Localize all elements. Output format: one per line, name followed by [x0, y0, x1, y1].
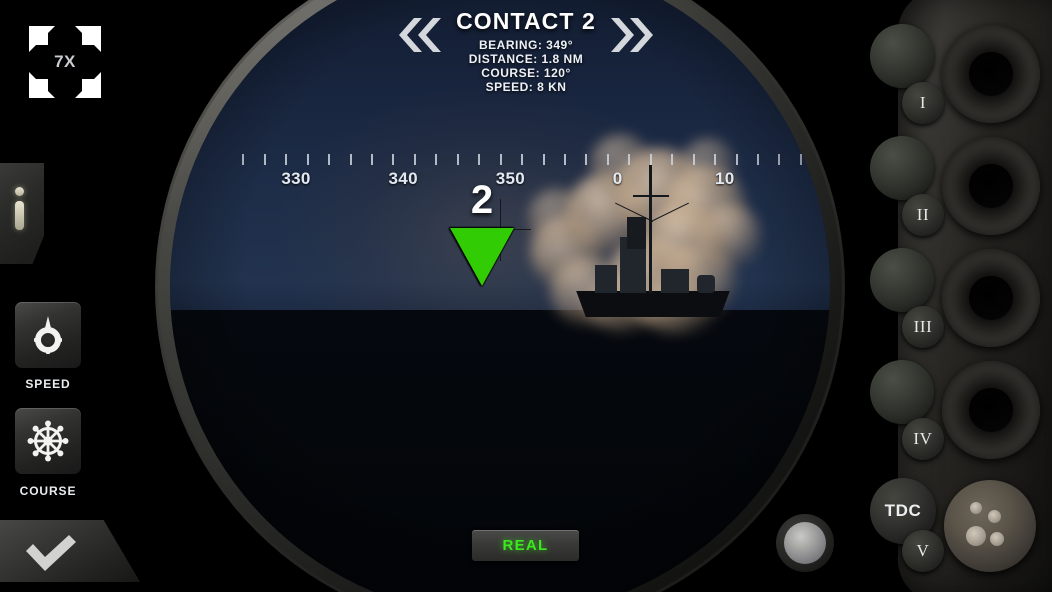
bearing-tick-minor [413, 154, 416, 165]
tube-label-2: II [916, 205, 930, 224]
course-control-button[interactable] [15, 408, 81, 474]
bearing-tick-label: 0 [612, 169, 623, 188]
real-mode-button[interactable]: REAL [472, 530, 579, 561]
bearing-tick-minor [392, 154, 395, 165]
double-chevron-right-icon [611, 18, 653, 52]
previous-contact-button[interactable] [388, 14, 446, 56]
tube-dome-4 [870, 360, 934, 424]
info-icon-stem [15, 201, 24, 230]
periscope-optic-view: 33034035001020 2 [170, 0, 830, 592]
tube-dome-1 [870, 24, 934, 88]
torpedo-tube-4[interactable] [942, 361, 1040, 459]
speed-control-label: SPEED [25, 377, 71, 391]
bearing-tick-label: 330 [281, 169, 311, 188]
bearing-tick-minor [649, 154, 652, 165]
tube-label-1: I [919, 93, 927, 112]
bearing-tick-minor [456, 154, 459, 165]
zoom-level-label: 7X [54, 52, 76, 71]
bearing-tick-minor [328, 154, 331, 165]
bearing-tick-minor [692, 154, 695, 165]
periscope-assembly: 33034035001020 2 [155, 0, 845, 592]
tube-badge-2[interactable]: II [902, 194, 944, 236]
bearing-tick-minor [585, 154, 588, 165]
ship-deckhouse-fwd [595, 265, 617, 293]
torpedo-rack: I II III IV TDC V [860, 0, 1052, 592]
bearing-tick-minor [263, 154, 266, 165]
bearing-tick-minor [435, 154, 438, 165]
bearing-tick-minor [478, 154, 481, 165]
valve-hole-d [970, 502, 982, 514]
torpedo-tube-1[interactable] [942, 25, 1040, 123]
zoom-level-button[interactable]: 7X [27, 24, 103, 100]
ships-wheel-icon [27, 420, 69, 462]
tube-badge-5[interactable]: V [902, 530, 944, 572]
torpedo-tube-2[interactable] [942, 137, 1040, 235]
bearing-tick-minor [499, 154, 502, 165]
bearing-tick-minor [242, 154, 245, 165]
ship-funnel [627, 217, 646, 249]
course-control-label: COURSE [19, 484, 77, 498]
tube-badge-4[interactable]: IV [902, 418, 944, 460]
info-button[interactable] [0, 163, 44, 264]
next-contact-button[interactable] [606, 14, 664, 56]
bearing-tick-minor [564, 154, 566, 165]
info-icon [15, 187, 24, 230]
bearing-tick-minor [735, 154, 738, 165]
ship-gun-turret [697, 275, 715, 293]
ship-rigging-right [650, 202, 689, 222]
bearing-scale: 330 340 350 0 10 20 [170, 141, 830, 191]
engine-telegraph-icon [34, 316, 62, 354]
bearing-tick-minor [306, 154, 309, 165]
real-mode-label: REAL [502, 537, 549, 554]
speed-control-button[interactable] [15, 302, 81, 368]
bearing-tick-minor [799, 154, 802, 165]
bearing-tick-label: 20 [822, 169, 830, 188]
bearing-tick-minor [671, 154, 674, 165]
bearing-tick-minor [371, 154, 374, 165]
bearing-tick-minor [628, 154, 631, 165]
ship-deckhouse-aft [661, 269, 689, 293]
bearing-tick-minor [285, 154, 288, 165]
bearing-tick-label: 10 [715, 169, 735, 188]
bearing-tick-label: 340 [388, 169, 418, 188]
confirm-button[interactable] [0, 520, 140, 582]
check-icon [26, 535, 76, 571]
info-icon-dot [15, 187, 24, 196]
bearing-tick-minor [606, 154, 609, 165]
bearing-tick-minor [521, 154, 524, 165]
tube-label-3: III [913, 317, 933, 336]
bearing-tick-minor [778, 154, 781, 165]
tube-badge-1[interactable]: I [902, 82, 944, 124]
tube-dome-2 [870, 136, 934, 200]
tube-dome-3 [870, 248, 934, 312]
double-chevron-left-icon [399, 18, 441, 52]
periscope-screen: 33034035001020 2 CONTACT 2 BEARING: 349°… [0, 0, 1052, 592]
ship-hull [576, 291, 730, 317]
bearing-tick-minor [714, 154, 717, 165]
periscope-knob[interactable] [776, 514, 834, 572]
bearing-tick-label: 350 [495, 169, 526, 188]
ship-yardarm [633, 195, 669, 197]
bearing-tick-minor [821, 154, 824, 165]
valve-wheel-icon[interactable] [944, 480, 1036, 572]
valve-hole-a [966, 526, 986, 546]
valve-hole-c [990, 532, 1004, 546]
tube-label-4: IV [913, 429, 933, 448]
bearing-tick-minor [542, 154, 545, 165]
torpedo-tube-3[interactable] [942, 249, 1040, 347]
bearing-tick-minor [349, 154, 352, 165]
tube-label-5: V [916, 541, 930, 560]
valve-hole-b [988, 510, 1001, 523]
bearing-tick-minor [756, 154, 759, 165]
tube-badge-3[interactable]: III [902, 306, 944, 348]
